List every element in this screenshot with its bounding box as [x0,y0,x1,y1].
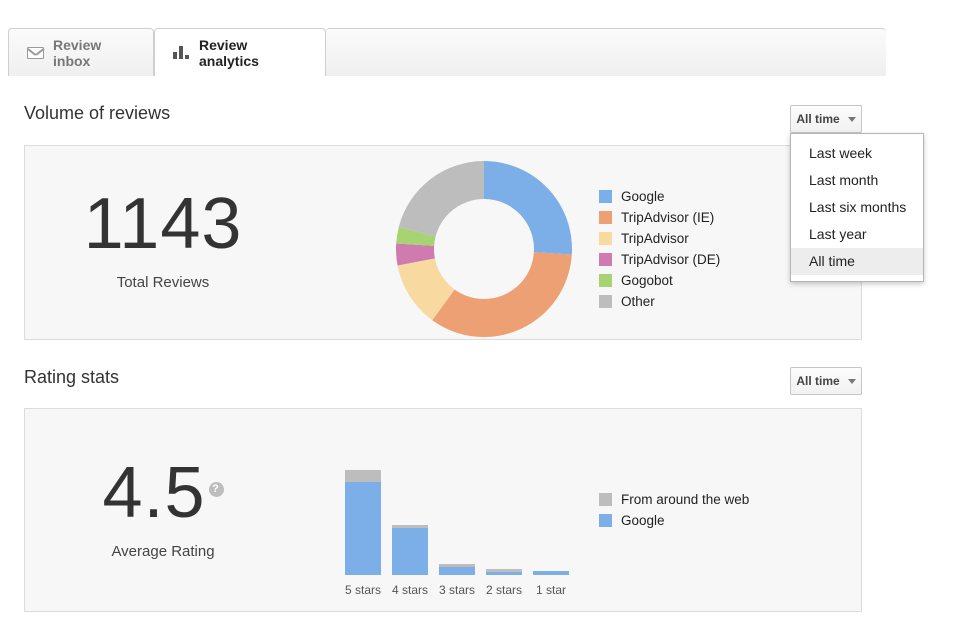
rating-panel: 4.5? Average Rating 5 stars 4 stars 3 star… [24,408,862,612]
legend-item-4: Gogobot [599,270,720,291]
donut-slice-0 [484,161,572,255]
bar-segment-google [533,571,569,575]
dropdown-option-2[interactable]: Last six months [791,194,923,221]
dropdown-option-3[interactable]: Last year [791,221,923,248]
rating-chart-legend: From around the web Google [599,489,749,531]
rating-range-label: All time [796,374,840,388]
volume-section-title: Volume of reviews [24,103,171,123]
legend-item-3: TripAdvisor (DE) [599,249,720,270]
tab-review-analytics[interactable]: Review analytics [154,28,326,77]
rating-range-dropdown-button[interactable]: All time [790,367,862,395]
donut-slice-5 [398,161,484,237]
legend-label: Other [621,294,655,309]
legend-label: Gogobot [621,273,673,288]
legend-swatch-icon [599,514,612,527]
bar-stack [439,564,475,575]
average-rating-value: 4.5? [33,457,293,529]
legend-swatch-icon [599,493,612,506]
legend-item-2: TripAdvisor [599,228,720,249]
legend-swatch-icon [599,232,612,245]
rating-section-title: Rating stats [24,367,120,387]
legend-item-1: Google [599,510,749,531]
donut-slice-1 [432,252,572,337]
bar-segment-google [345,482,381,575]
analytics-page: Review inbox Review analytics Volume of … [0,0,956,630]
volume-panel: 1143 Total Reviews Google TripAdvisor (IE… [24,145,862,340]
legend-item-1: TripAdvisor (IE) [599,207,720,228]
volume-chart-legend: Google TripAdvisor (IE) TripAdvisor TripAdv… [599,186,720,312]
volume-range-label: All time [796,112,840,126]
bar-stack [392,525,428,575]
legend-swatch-icon [599,274,612,287]
total-reviews-label: Total Reviews [116,274,210,291]
chevron-down-icon [847,116,856,122]
legend-label: From around the web [621,492,750,507]
bar-category-label: 1 star [535,583,566,597]
volume-range-dropdown-button[interactable]: All time [790,105,862,133]
dropdown-option-0[interactable]: Last week [791,140,923,167]
tab-bar: Review inbox Review analytics [8,28,886,77]
bar-segment-google [486,572,522,575]
bar-stack [486,569,522,575]
legend-item-5: Other [599,291,720,312]
legend-item-0: Google [599,186,720,207]
average-rating-block: 4.5? Average Rating [33,457,293,560]
dropdown-option-4[interactable]: All time [791,248,923,275]
bar-segment-web [345,470,381,482]
legend-item-0: From around the web [599,489,749,510]
average-rating-number: 4.5 [102,453,206,533]
tab-review-inbox[interactable]: Review inbox [8,28,154,76]
legend-label: TripAdvisor (IE) [621,210,715,225]
legend-label: TripAdvisor [621,231,689,246]
envelope-icon [27,46,44,59]
bar-stack [533,571,569,575]
bar-segment-google [439,567,475,575]
dropdown-option-1[interactable]: Last month [791,167,923,194]
legend-swatch-icon [599,253,612,266]
tab-strip-filler [326,28,886,76]
average-rating-label: Average Rating [111,543,215,560]
volume-donut-chart [396,161,572,337]
total-reviews-value: 1143 [83,184,243,264]
tab-review-inbox-label: Review inbox [53,36,102,69]
tab-review-analytics-label: Review analytics [199,36,259,69]
legend-swatch-icon [599,295,612,308]
total-reviews-block: 1143 Total Reviews [33,188,293,291]
help-icon[interactable]: ? [208,482,224,497]
chevron-down-icon [847,378,856,384]
legend-swatch-icon [599,211,612,224]
legend-label: Google [621,513,665,528]
bar-chart-icon [173,46,190,59]
legend-label: Google [621,189,665,204]
bar-segment-google [392,528,428,575]
legend-label: TripAdvisor (DE) [621,252,721,267]
rating-bar-chart: 5 stars 4 stars 3 stars 2 stars 1 star [345,447,605,597]
bar-stack [345,470,381,575]
legend-swatch-icon [599,190,612,203]
range-dropdown-menu[interactable]: Last week Last month Last six months Last y… [790,133,924,282]
